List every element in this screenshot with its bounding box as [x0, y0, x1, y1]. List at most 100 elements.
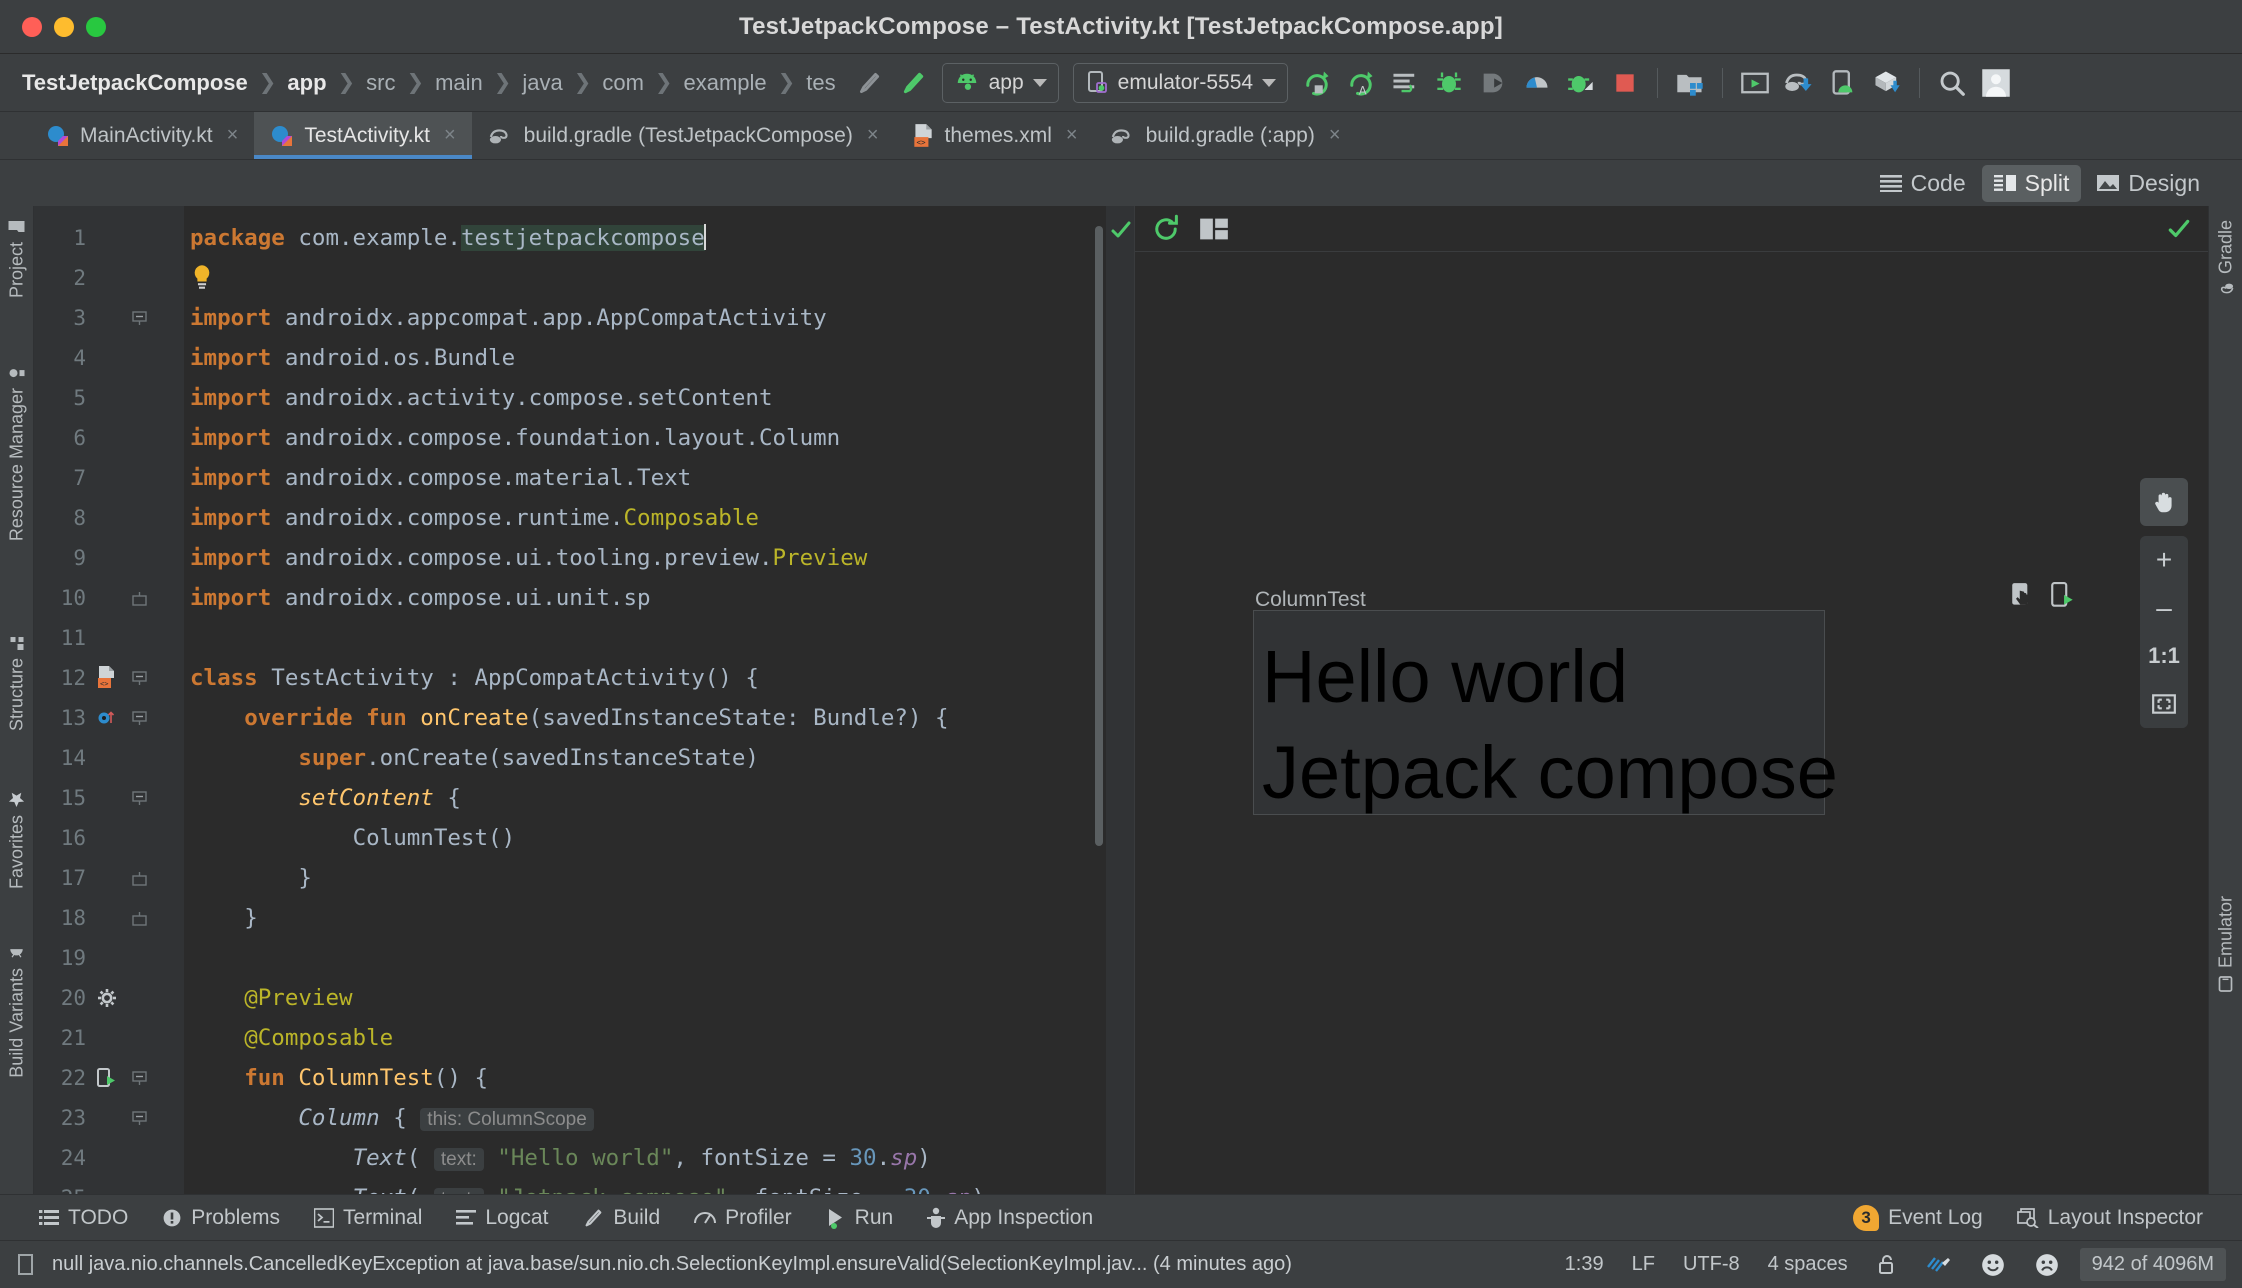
fold-collapse-icon[interactable]: [124, 1070, 154, 1086]
refresh-icon[interactable]: [1151, 214, 1181, 244]
editor-tab-buildgradle-app[interactable]: build.gradle (:app) ×: [1094, 112, 1357, 159]
memory-indicator[interactable]: 942 of 4096M: [2079, 1248, 2226, 1281]
run-preview-icon[interactable]: [90, 1067, 124, 1089]
tool-window-problems[interactable]: Problems: [145, 1206, 297, 1230]
apply-changes-icon[interactable]: [1295, 61, 1339, 105]
breadcrumb-item-example[interactable]: example: [673, 70, 778, 96]
editor-scrollbar-thumb[interactable]: [1095, 226, 1103, 846]
layout-toggle-icon[interactable]: [1199, 216, 1229, 242]
avd-manager-icon[interactable]: [1733, 61, 1777, 105]
code-editor[interactable]: 1 2 3 4 5 6 7 8 9 10 11 12 <> 13 14 15 16: [34, 206, 1134, 1194]
interactive-preview-icon[interactable]: [2010, 582, 2036, 610]
tool-window-logcat[interactable]: Logcat: [439, 1206, 565, 1230]
sidebar-item-project[interactable]: Project: [6, 220, 27, 298]
fold-collapse-icon[interactable]: [124, 670, 154, 686]
tool-window-app-inspection[interactable]: App Inspection: [910, 1206, 1110, 1230]
fold-collapse-icon[interactable]: [124, 1110, 154, 1126]
override-icon[interactable]: [90, 707, 124, 729]
inspections-icon[interactable]: [1912, 1253, 1966, 1277]
preview-device-surface[interactable]: Hello world Jetpack compose: [1253, 610, 1838, 815]
breadcrumb-item-com[interactable]: com: [591, 70, 655, 96]
pan-tool-button[interactable]: [2140, 478, 2188, 526]
tool-window-profiler[interactable]: Profiler: [677, 1206, 809, 1230]
breadcrumb-item-main[interactable]: main: [424, 70, 494, 96]
tool-window-run[interactable]: Run: [809, 1206, 911, 1230]
maximize-window-button[interactable]: [86, 16, 106, 37]
editor-inspection-strip[interactable]: [1106, 206, 1134, 1194]
view-mode-split[interactable]: Split: [1981, 164, 2082, 202]
intention-bulb-icon[interactable]: [190, 263, 214, 293]
breadcrumb-item-java[interactable]: java: [511, 70, 573, 96]
fold-end-icon[interactable]: [124, 591, 154, 606]
tool-window-todo[interactable]: TODO: [22, 1206, 145, 1230]
breadcrumb-item-tes[interactable]: tes: [795, 70, 846, 96]
hammer-grey-icon[interactable]: [847, 61, 891, 105]
editor-tab-buildgradle-root[interactable]: build.gradle (TestJetpackCompose) ×: [472, 112, 895, 159]
view-mode-code[interactable]: Code: [1868, 165, 1978, 202]
file-encoding[interactable]: UTF-8: [1669, 1253, 1754, 1276]
breadcrumb-item-app[interactable]: app: [276, 70, 337, 96]
device-file-explorer-icon[interactable]: [1821, 61, 1865, 105]
zoom-button-stack[interactable]: + – 1:1: [2140, 536, 2188, 728]
zoom-to-fit-button[interactable]: [2140, 680, 2188, 728]
sidebar-item-gradle[interactable]: Gradle: [2215, 220, 2236, 296]
debug-icon[interactable]: [1427, 61, 1471, 105]
stop-icon[interactable]: [1603, 61, 1647, 105]
window-controls[interactable]: [0, 16, 106, 37]
deploy-preview-icon[interactable]: [2050, 582, 2076, 610]
editor-tab-testactivity[interactable]: TestActivity.kt ×: [254, 112, 472, 159]
close-window-button[interactable]: [22, 16, 42, 37]
tool-window-terminal[interactable]: Terminal: [297, 1206, 439, 1230]
fold-end-icon[interactable]: [124, 871, 154, 886]
editor-gutter[interactable]: 1 2 3 4 5 6 7 8 9 10 11 12 <> 13 14 15 16: [34, 206, 184, 1194]
fold-collapse-icon[interactable]: [124, 710, 154, 726]
sidebar-item-build-variants[interactable]: Build Variants: [6, 946, 27, 1078]
code-text-area[interactable]: package com.example.testjetpackcompose i…: [184, 206, 1134, 1194]
profiler-icon[interactable]: [1515, 61, 1559, 105]
chevron-down-icon[interactable]: [1262, 78, 1277, 87]
preview-zoom-controls[interactable]: + – 1:1: [2140, 478, 2188, 728]
breadcrumb-item-project[interactable]: TestJetpackCompose: [22, 70, 259, 96]
smiley-happy-icon[interactable]: [1966, 1252, 2020, 1278]
chevron-down-icon[interactable]: [1032, 78, 1047, 87]
search-icon[interactable]: [1930, 61, 1974, 105]
device-selector[interactable]: emulator-5554: [1072, 62, 1289, 103]
apply-code-changes-icon[interactable]: A: [1339, 61, 1383, 105]
breadcrumb[interactable]: TestJetpackCompose ❯ app ❯ src ❯ main ❯ …: [22, 70, 847, 96]
status-message[interactable]: null java.nio.channels.CancelledKeyExcep…: [52, 1253, 1292, 1276]
compose-preview-panel[interactable]: ColumnTest Hello world Jetpack compose +…: [1134, 206, 2208, 1194]
line-separator[interactable]: LF: [1618, 1253, 1669, 1276]
profile-debug-icon[interactable]: [1559, 61, 1603, 105]
fold-collapse-icon[interactable]: [124, 310, 154, 326]
attach-debugger-icon[interactable]: [1383, 61, 1427, 105]
preview-canvas[interactable]: ColumnTest Hello world Jetpack compose +…: [1135, 252, 2208, 1194]
hammer-green-icon[interactable]: [891, 61, 935, 105]
close-icon[interactable]: ×: [1066, 124, 1078, 147]
sidebar-item-emulator[interactable]: Emulator: [2215, 896, 2236, 992]
status-indicator-icon[interactable]: [16, 1253, 38, 1277]
view-mode-design[interactable]: Design: [2085, 165, 2212, 202]
tool-window-build[interactable]: Build: [565, 1206, 677, 1230]
gradle-sync-icon[interactable]: [1777, 61, 1821, 105]
zoom-in-button[interactable]: +: [2140, 536, 2188, 584]
breadcrumb-item-src[interactable]: src: [355, 70, 406, 96]
sidebar-item-favorites[interactable]: Favorites: [6, 791, 27, 889]
kotlin-class-icon[interactable]: <>: [90, 666, 124, 690]
fold-collapse-icon[interactable]: [124, 790, 154, 806]
caret-position[interactable]: 1:39: [1551, 1253, 1618, 1276]
zoom-out-button[interactable]: –: [2140, 584, 2188, 632]
tool-window-event-log[interactable]: 3 Event Log: [1836, 1204, 2000, 1231]
close-icon[interactable]: ×: [444, 124, 456, 147]
lock-open-icon[interactable]: [1862, 1253, 1912, 1277]
fold-end-icon[interactable]: [124, 911, 154, 926]
avatar[interactable]: [1974, 61, 2018, 105]
sidebar-item-structure[interactable]: Structure: [6, 636, 27, 731]
editor-tab-mainactivity[interactable]: MainActivity.kt ×: [30, 112, 254, 159]
gear-icon[interactable]: [90, 988, 124, 1008]
sidebar-item-resource-manager[interactable]: Resource Manager: [6, 366, 27, 541]
run-with-coverage-icon[interactable]: [1471, 61, 1515, 105]
sdk-manager-icon[interactable]: [1668, 61, 1712, 105]
sync-project-icon[interactable]: [1865, 61, 1909, 105]
tool-window-layout-inspector[interactable]: Layout Inspector: [2000, 1206, 2220, 1230]
editor-tab-themesxml[interactable]: <> themes.xml ×: [895, 112, 1094, 159]
